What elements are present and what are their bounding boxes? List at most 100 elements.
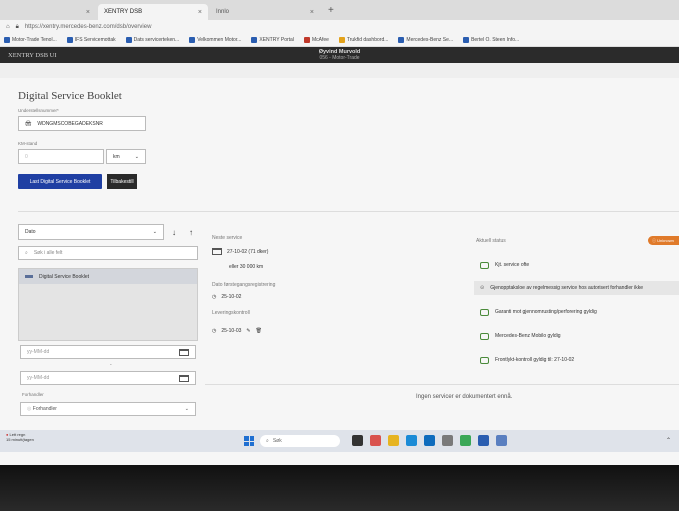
calendar-icon bbox=[212, 248, 222, 255]
monitor-screen: × XENTRY DSB × Innlo × + ⌂ 🔒︎ https://xe… bbox=[0, 0, 679, 465]
bookmark-icon bbox=[463, 37, 470, 43]
bookmark-icon bbox=[251, 37, 258, 43]
date-to-input[interactable]: yy-MM-dd bbox=[20, 371, 196, 385]
headlight-icon bbox=[480, 356, 489, 364]
dealer-select[interactable]: ◎ Forhandler ⌄ bbox=[20, 402, 196, 416]
bookmark-icon bbox=[189, 37, 196, 43]
km-unit-select[interactable]: km ⌄ bbox=[106, 149, 146, 164]
date-from-placeholder: yy-MM-dd bbox=[27, 349, 50, 355]
bookmark-item[interactable]: Dats servicerteken... bbox=[125, 37, 179, 43]
tab-label: XENTRY DSB bbox=[104, 9, 143, 15]
bookmark-icon bbox=[125, 37, 132, 43]
app-icon[interactable] bbox=[478, 435, 489, 446]
close-icon[interactable]: × bbox=[198, 9, 202, 16]
date-to-placeholder: yy-MM-dd bbox=[27, 375, 50, 381]
status-title: Aktuell status bbox=[476, 238, 506, 244]
sort-select[interactable]: Dato ⌄ bbox=[18, 224, 164, 240]
calendar-icon[interactable] bbox=[179, 348, 189, 356]
vin-label: Understellsnummer* bbox=[18, 108, 59, 113]
status-badge: ⓘ Unknown bbox=[648, 236, 679, 245]
bookmark-icon bbox=[303, 37, 310, 43]
status-item: Kjt. service ofte bbox=[474, 258, 529, 272]
teams-icon[interactable] bbox=[370, 435, 381, 446]
file-explorer-icon[interactable] bbox=[388, 435, 399, 446]
bookmark-icon bbox=[398, 37, 405, 43]
status-item: Frontlykt-kontroll gyldig til: 27-10-02 bbox=[474, 353, 574, 367]
no-documents-text: Ingen servicer er dokumentert ennå. bbox=[416, 394, 513, 400]
bookmark-item[interactable]: Bertel O. Steen Info... bbox=[463, 37, 519, 43]
tab-label: Innlo bbox=[216, 9, 230, 15]
task-view-icon[interactable] bbox=[352, 435, 363, 446]
settings-icon[interactable] bbox=[442, 435, 453, 446]
bookmark-icon bbox=[4, 37, 10, 43]
bookmark-item[interactable]: IFS Servicemottak bbox=[66, 37, 116, 43]
car-check-icon bbox=[480, 332, 489, 340]
new-tab-button[interactable]: + bbox=[322, 5, 340, 16]
taskbar-apps bbox=[352, 435, 507, 446]
date-from-input[interactable]: yy-MM-dd bbox=[20, 345, 196, 359]
search-input[interactable]: ⌕ Søk i alle felt bbox=[18, 246, 198, 260]
browser-tab-1[interactable]: × bbox=[4, 4, 96, 20]
chrome-icon[interactable] bbox=[460, 435, 471, 446]
page-title: Digital Service Booklet bbox=[18, 90, 122, 102]
edit-icon[interactable]: ✎ bbox=[246, 328, 250, 334]
vin-value: WDNGMSCOBEGADEKSNR bbox=[37, 120, 103, 127]
pin-icon[interactable] bbox=[496, 435, 507, 446]
lock-icon[interactable]: 🔒︎ bbox=[16, 24, 19, 31]
reset-button[interactable]: Tilbakestill bbox=[107, 174, 137, 189]
divider bbox=[18, 211, 679, 212]
reg-date-value: ◷ 25-10-02 bbox=[212, 294, 242, 300]
next-service-km: eller 30 000 km bbox=[229, 264, 264, 270]
bookmark-item[interactable]: Mercedes-Benz Se... bbox=[398, 37, 453, 43]
search-icon: ⌕ bbox=[266, 438, 269, 444]
km-input[interactable]: 0 bbox=[18, 149, 104, 164]
browser-tab-3[interactable]: Innlo × bbox=[210, 4, 320, 20]
load-dsb-button[interactable]: Last Digital Service Booklet bbox=[18, 174, 102, 189]
list-item-label: Digital Service Booklet bbox=[39, 273, 90, 280]
location-icon: ◎ bbox=[27, 406, 32, 412]
bookmark-item[interactable]: McAfee bbox=[303, 37, 329, 43]
sort-desc-button[interactable]: ↓ bbox=[167, 224, 181, 240]
url-input[interactable]: https://xentry.mercedes-benz.com/dsb/ove… bbox=[25, 24, 673, 30]
arrow-up-icon: ↑ bbox=[189, 227, 193, 237]
status-item: ⊝ Gjenopptaksloe av regelmessig service … bbox=[474, 281, 679, 295]
chevron-down-icon: ⌄ bbox=[184, 406, 189, 412]
user-org: 056 - Motor-Trade bbox=[319, 55, 360, 61]
km-placeholder: 0 bbox=[25, 153, 28, 160]
address-bar: ⌂ 🔒︎ https://xentry.mercedes-benz.com/ds… bbox=[0, 20, 679, 34]
home-icon[interactable]: ⌂ bbox=[6, 24, 10, 30]
browser-tab-2[interactable]: XENTRY DSB × bbox=[98, 4, 208, 20]
status-item: Mercedes-Benz Mobilo gyldig bbox=[474, 329, 561, 343]
bookmark-item[interactable]: Velkommen Motor... bbox=[189, 37, 241, 43]
bookmark-item[interactable]: Trukfid dashbord... bbox=[338, 37, 388, 43]
sort-asc-button[interactable]: ↑ bbox=[184, 224, 198, 240]
delivery-value: ◷ 25-10-03 ✎ 🗑︎ bbox=[212, 328, 262, 334]
next-service-date: 27-10-02 (71 dker) bbox=[212, 248, 268, 255]
booklet-icon bbox=[25, 275, 33, 278]
trash-icon[interactable]: 🗑︎ bbox=[256, 328, 262, 334]
windows-start-icon[interactable] bbox=[244, 436, 254, 446]
main-content: Digital Service Booklet Understellsnumme… bbox=[0, 78, 679, 465]
sort-value: Dato bbox=[25, 229, 36, 235]
close-icon[interactable]: × bbox=[310, 9, 314, 16]
no-entry-icon: ⊝ bbox=[480, 285, 485, 291]
search-icon: ⌕ bbox=[25, 250, 28, 256]
dealer-label: Forhandler bbox=[22, 392, 44, 397]
edge-icon[interactable] bbox=[406, 435, 417, 446]
user-info: Øyvind Murvold 056 - Motor-Trade bbox=[0, 49, 679, 61]
bookmark-item[interactable]: XENTRY Portal bbox=[251, 37, 294, 43]
next-service-label: Neste service bbox=[212, 235, 243, 241]
arrow-down-icon: ↓ bbox=[172, 227, 176, 237]
chevron-up-icon[interactable]: ⌃ bbox=[666, 437, 671, 444]
list-item[interactable]: Digital Service Booklet bbox=[19, 269, 197, 284]
weather-widget[interactable]: ● Lett regn 15 minutt(tagen bbox=[6, 432, 34, 442]
calendar-icon[interactable] bbox=[179, 374, 189, 382]
outlook-icon[interactable] bbox=[424, 435, 435, 446]
close-icon[interactable]: × bbox=[86, 9, 90, 16]
reg-date-label: Dato førstegangsregistrering bbox=[212, 282, 276, 288]
booklet-list: Digital Service Booklet bbox=[18, 268, 198, 341]
bookmark-item[interactable]: Motor-Trade Tenol... bbox=[4, 37, 57, 43]
taskbar-search[interactable]: ⌕ Søk bbox=[260, 435, 340, 447]
vin-input[interactable]: 🚘︎ WDNGMSCOBEGADEKSNR bbox=[18, 116, 146, 131]
car-icon bbox=[480, 261, 489, 269]
